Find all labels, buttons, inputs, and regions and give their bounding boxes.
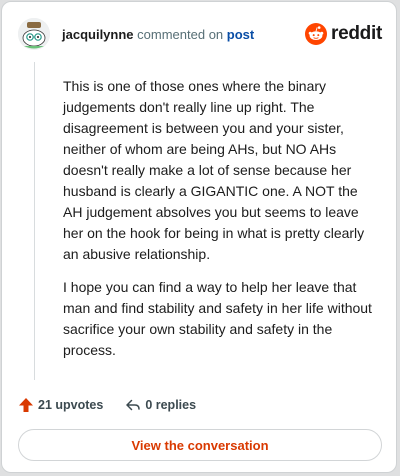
view-conversation-button[interactable]: View the conversation: [18, 429, 382, 461]
post-link[interactable]: post: [227, 27, 254, 42]
reply-button[interactable]: 0 replies: [125, 397, 196, 413]
snoo-avatar-icon: [18, 18, 50, 50]
comment-card: jacquilynne commented on post reddit Thi…: [1, 1, 397, 473]
thread-line: [34, 62, 35, 380]
upvote-button[interactable]: 21 upvotes: [18, 397, 103, 413]
reddit-logo-icon: [305, 23, 328, 45]
comment-action-text: commented on: [137, 27, 224, 42]
comment-header: jacquilynne commented on post reddit: [2, 2, 396, 62]
upvote-count: 21 upvotes: [38, 398, 104, 412]
reply-count: 0 replies: [145, 398, 197, 412]
comment-actions: 21 upvotes 0 replies: [18, 395, 378, 415]
user-avatar[interactable]: [18, 18, 50, 50]
author-username[interactable]: jacquilynne: [62, 27, 134, 42]
comment-body: This is one of those ones where the bina…: [63, 76, 379, 373]
author-line: jacquilynne commented on post: [62, 27, 254, 42]
reddit-brand[interactable]: reddit: [305, 22, 382, 46]
reddit-wordmark: reddit: [331, 23, 382, 44]
comment-paragraph: I hope you can find a way to help her le…: [63, 279, 372, 358]
upvote-arrow-icon: [19, 398, 33, 412]
reply-arrow-icon: [126, 399, 141, 411]
comment-paragraph: This is one of those ones where the bina…: [63, 78, 365, 262]
